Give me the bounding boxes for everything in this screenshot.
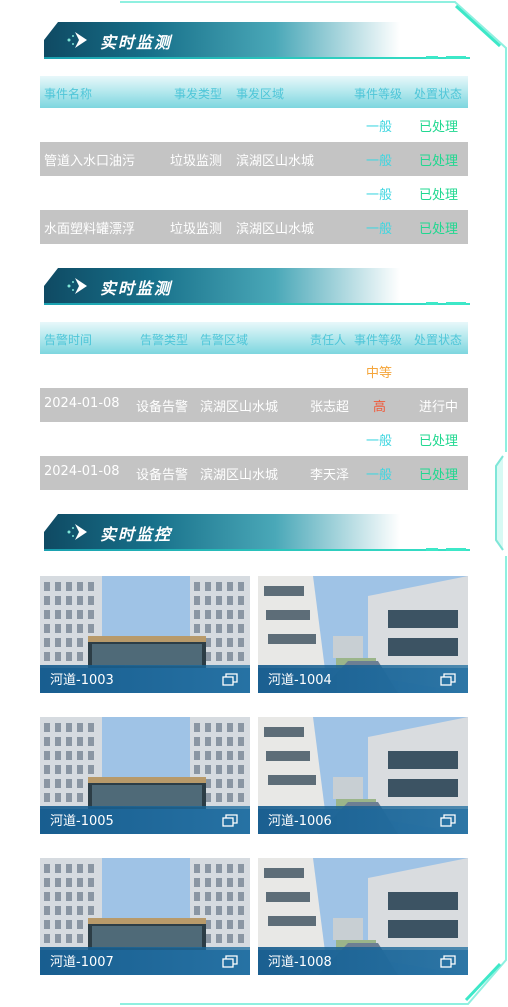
table-row[interactable]: 管道入水口油污 垃圾监测 滨湖区山水城 一般 已处理 — [40, 142, 468, 176]
cell-event-area: 滨湖区山水城 — [236, 222, 315, 237]
header-dash — [426, 56, 438, 59]
col-event-level: 事件等级 — [354, 87, 403, 101]
cell-status: 已处理 — [419, 188, 459, 203]
header-underline — [44, 303, 470, 305]
section-header-monitor-2: 实时监测 — [40, 268, 470, 310]
cell-event-name: 管道入水口油污 — [44, 154, 136, 169]
col-event-name: 事件名称 — [44, 87, 93, 101]
cell-level: 一般 — [366, 434, 393, 449]
col-alarm-area: 告警区域 — [200, 333, 249, 347]
section-title: 实时监测 — [100, 279, 173, 298]
header-plate — [44, 22, 400, 58]
cell-level: 高 — [373, 400, 387, 415]
cell-event-area: 滨湖区山水城 — [236, 154, 315, 169]
cell-alarm-area: 滨湖区山水城 — [200, 400, 279, 415]
video-label: 河道-1008 — [268, 955, 332, 970]
video-tile[interactable]: 河道-1007 — [40, 858, 250, 975]
header-underline — [44, 549, 470, 551]
table-row[interactable]: 2024-01-08 设备告警 滨湖区山水城 李天泽 一般 已处理 — [40, 456, 468, 490]
header-dash — [446, 302, 466, 305]
header-dash — [426, 302, 438, 305]
col-alarm-type: 告警类型 — [140, 333, 189, 347]
table-header: 告警时间 告警类型 告警区域 责任人 事件等级 处置状态 — [40, 322, 468, 354]
arrow-right-icon — [67, 524, 87, 540]
col-event-area: 事发区域 — [236, 87, 285, 101]
cell-alarm-time: 2024-01-08 — [44, 464, 120, 479]
table-row[interactable]: 一般 已处理 — [40, 108, 468, 142]
col-person: 责任人 — [310, 333, 347, 347]
table-row[interactable]: 一般 已处理 — [40, 422, 468, 456]
arrow-right-icon — [67, 278, 87, 294]
header-plate — [44, 268, 400, 304]
video-tile[interactable]: 河道-1005 — [40, 717, 250, 834]
table-row[interactable]: 一般 已处理 — [40, 176, 468, 210]
col-event-level: 事件等级 — [354, 333, 403, 347]
table-row[interactable]: 2024-01-08 设备告警 滨湖区山水城 张志超 高 进行中 — [40, 388, 468, 422]
cell-alarm-area: 滨湖区山水城 — [200, 468, 279, 483]
section-title: 实时监控 — [100, 525, 173, 544]
fullscreen-icon[interactable] — [222, 673, 238, 686]
cell-person: 李天泽 — [310, 468, 350, 483]
header-plate — [44, 514, 400, 550]
header-underline — [44, 57, 470, 59]
cell-event-name: 水面塑料罐漂浮 — [44, 222, 136, 237]
event-table: 事件名称 事发类型 事发区域 事件等级 处置状态 一般 已处理 管道入水口油污 … — [40, 76, 468, 244]
cell-alarm-type: 设备告警 — [136, 468, 189, 483]
video-label: 河道-1003 — [50, 673, 114, 688]
fullscreen-icon[interactable] — [440, 814, 456, 827]
col-alarm-time: 告警时间 — [44, 333, 93, 347]
video-label: 河道-1007 — [50, 955, 114, 970]
header-dash — [446, 548, 466, 551]
cell-alarm-type: 设备告警 — [136, 400, 189, 415]
cell-event-type: 垃圾监测 — [170, 222, 223, 237]
fullscreen-icon[interactable] — [222, 955, 238, 968]
alarm-table: 告警时间 告警类型 告警区域 责任人 事件等级 处置状态 中等 2024-01-… — [40, 322, 468, 490]
col-event-type: 事发类型 — [174, 87, 223, 101]
header-dash — [426, 548, 438, 551]
video-label: 河道-1006 — [268, 814, 332, 829]
table-header: 事件名称 事发类型 事发区域 事件等级 处置状态 — [40, 76, 468, 108]
table-row[interactable]: 水面塑料罐漂浮 垃圾监测 滨湖区山水城 一般 已处理 — [40, 210, 468, 244]
cell-status: 已处理 — [419, 434, 459, 449]
fullscreen-icon[interactable] — [440, 955, 456, 968]
video-label: 河道-1005 — [50, 814, 114, 829]
col-status: 处置状态 — [414, 333, 463, 347]
video-tile[interactable]: 河道-1006 — [258, 717, 468, 834]
cell-person: 张志超 — [310, 400, 350, 415]
cell-level: 一般 — [366, 154, 393, 169]
cell-status: 已处理 — [419, 120, 459, 135]
cell-level: 一般 — [366, 222, 393, 237]
video-tile[interactable]: 河道-1008 — [258, 858, 468, 975]
fullscreen-icon[interactable] — [222, 814, 238, 827]
cell-status: 进行中 — [419, 400, 459, 415]
cell-event-type: 垃圾监测 — [170, 154, 223, 169]
cell-level: 中等 — [366, 366, 393, 381]
section-header-video: 实时监控 — [40, 514, 470, 556]
cell-status: 已处理 — [419, 154, 459, 169]
header-dash — [446, 56, 466, 59]
video-tile[interactable]: 河道-1004 — [258, 576, 468, 693]
section-title: 实时监测 — [100, 33, 173, 52]
section-header-monitor-1: 实时监测 — [40, 22, 470, 64]
cell-status: 已处理 — [419, 468, 459, 483]
video-label: 河道-1004 — [268, 673, 332, 688]
video-tile[interactable]: 河道-1003 — [40, 576, 250, 693]
table-row[interactable]: 中等 — [40, 354, 468, 388]
cell-level: 一般 — [366, 468, 393, 483]
cell-level: 一般 — [366, 120, 393, 135]
cell-alarm-time: 2024-01-08 — [44, 396, 120, 411]
cell-status: 已处理 — [419, 222, 459, 237]
cell-level: 一般 — [366, 188, 393, 203]
fullscreen-icon[interactable] — [440, 673, 456, 686]
col-status: 处置状态 — [414, 87, 463, 101]
arrow-right-icon — [67, 32, 87, 48]
